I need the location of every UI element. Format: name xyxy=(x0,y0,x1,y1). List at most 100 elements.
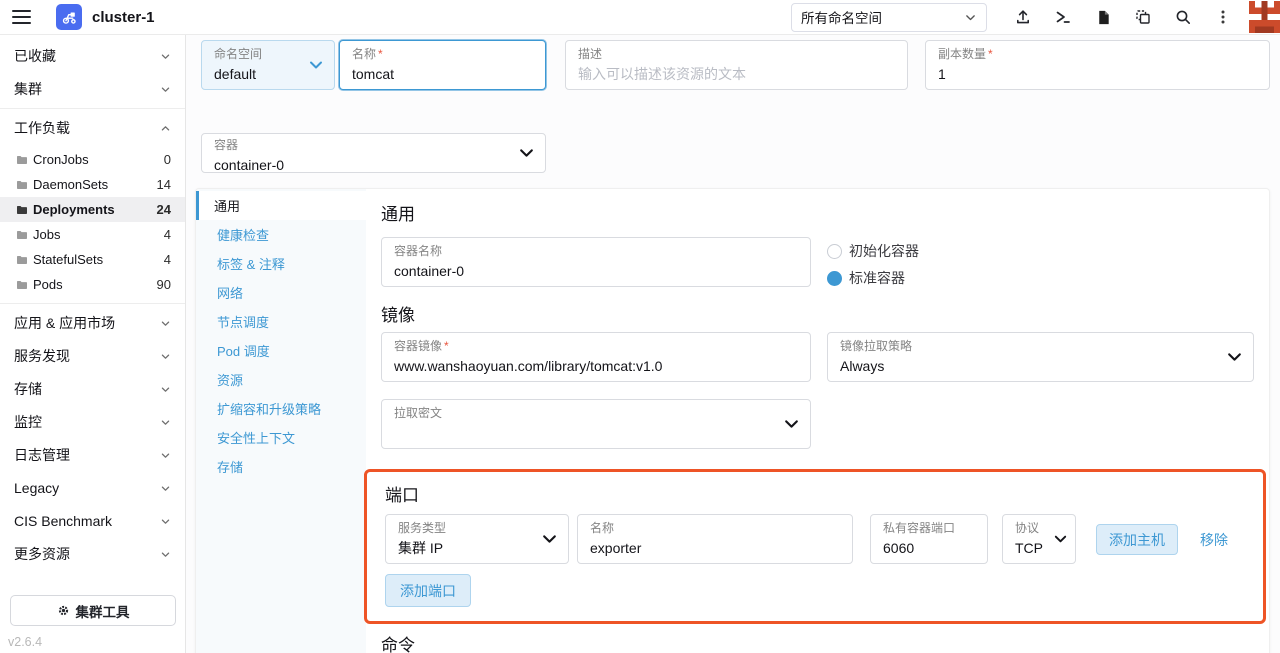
protocol-select[interactable]: 协议 TCP xyxy=(1002,514,1076,564)
chevron-down-icon xyxy=(160,549,171,560)
chevron-down-icon xyxy=(160,51,171,62)
gear-icon xyxy=(57,604,70,617)
namespace-filter-value: 所有命名空间 xyxy=(801,7,882,27)
tab-resources[interactable]: 资源 xyxy=(196,365,366,394)
container-select[interactable]: 容器 container-0 xyxy=(201,133,546,173)
tab-network[interactable]: 网络 xyxy=(196,278,366,307)
pull-secret-select[interactable]: 拉取密文 xyxy=(381,399,811,449)
command-section-title: 命令 xyxy=(381,634,1254,653)
cluster-tools-button[interactable]: 集群工具 xyxy=(10,595,176,626)
sidebar-item-jobs[interactable]: Jobs 4 xyxy=(0,222,185,247)
chevron-down-icon xyxy=(160,450,171,461)
cluster-name: cluster-1 xyxy=(92,9,155,26)
folder-icon xyxy=(16,230,28,240)
container-image-input[interactable]: 容器镜像* www.wanshaoyuan.com/library/tomcat… xyxy=(381,332,811,382)
sidebar-item-legacy[interactable]: Legacy xyxy=(0,475,185,501)
radio-standard-container[interactable]: 标准容器 xyxy=(827,268,919,288)
sidebar-item-cis-benchmark[interactable]: CIS Benchmark xyxy=(0,508,185,534)
chevron-down-icon xyxy=(160,318,171,329)
top-header: cluster-1 所有命名空间 xyxy=(0,0,1280,35)
sidebar-item-deployments[interactable]: Deployments 24 xyxy=(0,197,185,222)
ports-highlight-box: 端口 服务类型 集群 IP 名称 exporter xyxy=(364,469,1266,624)
sidebar: 已收藏 集群 工作负载 CronJobs 0 xyxy=(0,35,186,653)
tab-scaling-upgrade-policy[interactable]: 扩缩容和升级策略 xyxy=(196,394,366,423)
avatar[interactable] xyxy=(1249,1,1280,33)
radio-icon xyxy=(827,244,842,259)
name-value: tomcat xyxy=(352,64,535,84)
add-port-button[interactable]: 添加端口 xyxy=(385,574,471,607)
hamburger-menu-icon[interactable] xyxy=(12,3,40,31)
sidebar-item-pods[interactable]: Pods 90 xyxy=(0,272,185,297)
upload-icon[interactable] xyxy=(1003,0,1043,34)
tab-health-check[interactable]: 健康检查 xyxy=(196,220,366,249)
chevron-down-icon xyxy=(160,384,171,395)
tab-general[interactable]: 通用 xyxy=(196,191,366,220)
replicas-input[interactable]: 副本数量* 1 xyxy=(925,40,1270,90)
chevron-down-icon xyxy=(160,351,171,362)
tab-node-scheduling[interactable]: 节点调度 xyxy=(196,307,366,336)
divider xyxy=(0,108,185,109)
tab-pod-scheduling[interactable]: Pod 调度 xyxy=(196,336,366,365)
container-name-input[interactable]: 容器名称 container-0 xyxy=(381,237,811,287)
port-name-input[interactable]: 名称 exporter xyxy=(577,514,853,564)
kebab-menu-icon[interactable] xyxy=(1203,0,1243,34)
remove-port-button[interactable]: 移除 xyxy=(1200,530,1228,550)
tab-storage[interactable]: 存储 xyxy=(196,452,366,481)
namespace-filter-select[interactable]: 所有命名空间 xyxy=(791,3,987,32)
file-icon[interactable] xyxy=(1083,0,1123,34)
sidebar-item-more-resources[interactable]: 更多资源 xyxy=(0,541,185,567)
sidebar-item-favorites[interactable]: 已收藏 xyxy=(0,43,185,69)
folder-icon xyxy=(16,155,28,165)
chevron-down-icon xyxy=(160,84,171,95)
search-icon[interactable] xyxy=(1163,0,1203,34)
chevron-down-icon xyxy=(541,531,558,548)
service-type-select[interactable]: 服务类型 集群 IP xyxy=(385,514,569,564)
chevron-down-icon xyxy=(1053,532,1068,547)
divider xyxy=(0,303,185,304)
general-section-title: 通用 xyxy=(381,203,1254,227)
private-port-input[interactable]: 私有容器端口 6060 xyxy=(870,514,988,564)
tab-security-context[interactable]: 安全性上下文 xyxy=(196,423,366,452)
copy-icon[interactable] xyxy=(1123,0,1163,34)
sidebar-item-monitoring[interactable]: 监控 xyxy=(0,409,185,435)
chevron-down-icon xyxy=(518,145,535,162)
main-content: 命名空间 default 名称* tomcat 描述 输入可以描述该资源的文本 … xyxy=(186,35,1280,653)
chevron-down-icon xyxy=(783,416,800,433)
app-root: cluster-1 所有命名空间 xyxy=(0,0,1280,653)
sidebar-item-logging[interactable]: 日志管理 xyxy=(0,442,185,468)
tab-labels-annotations[interactable]: 标签 & 注释 xyxy=(196,249,366,278)
config-tab-list: 通用 健康检查 标签 & 注释 网络 节点调度 Pod 调度 资源 扩缩容和升级… xyxy=(196,189,366,653)
chevron-down-icon xyxy=(964,11,977,24)
add-host-button[interactable]: 添加主机 xyxy=(1096,524,1178,555)
folder-icon xyxy=(16,180,28,190)
image-section-title: 镜像 xyxy=(381,304,1254,328)
description-input[interactable]: 描述 输入可以描述该资源的文本 xyxy=(565,40,908,90)
chevron-down-icon xyxy=(308,57,324,73)
cluster-logo-icon[interactable] xyxy=(56,4,82,30)
chevron-down-icon xyxy=(160,516,171,527)
replicas-value: 1 xyxy=(938,64,1259,84)
ports-section-title: 端口 xyxy=(385,484,1245,508)
container-config-card: 通用 健康检查 标签 & 注释 网络 节点调度 Pod 调度 资源 扩缩容和升级… xyxy=(195,188,1270,653)
shell-terminal-icon[interactable] xyxy=(1043,0,1083,34)
namespace-select[interactable]: 命名空间 default xyxy=(201,40,335,90)
version-label: v2.6.4 xyxy=(8,635,185,649)
sidebar-item-service-discovery[interactable]: 服务发现 xyxy=(0,343,185,369)
folder-icon xyxy=(16,280,28,290)
chevron-down-icon xyxy=(1226,349,1243,366)
radio-icon xyxy=(827,271,842,286)
pull-policy-select[interactable]: 镜像拉取策略 Always xyxy=(827,332,1254,382)
sidebar-item-apps[interactable]: 应用 & 应用市场 xyxy=(0,310,185,336)
folder-icon xyxy=(16,205,28,215)
sidebar-item-cronjobs[interactable]: CronJobs 0 xyxy=(0,147,185,172)
chevron-down-icon xyxy=(160,417,171,428)
sidebar-item-workloads[interactable]: 工作负载 xyxy=(0,115,185,141)
sidebar-item-statefulsets[interactable]: StatefulSets 4 xyxy=(0,247,185,272)
container-select-value: container-0 xyxy=(214,155,535,175)
radio-init-container[interactable]: 初始化容器 xyxy=(827,241,919,261)
sidebar-item-daemonsets[interactable]: DaemonSets 14 xyxy=(0,172,185,197)
sidebar-item-cluster[interactable]: 集群 xyxy=(0,76,185,102)
name-input[interactable]: 名称* tomcat xyxy=(339,40,546,90)
sidebar-item-storage[interactable]: 存储 xyxy=(0,376,185,402)
folder-icon xyxy=(16,255,28,265)
